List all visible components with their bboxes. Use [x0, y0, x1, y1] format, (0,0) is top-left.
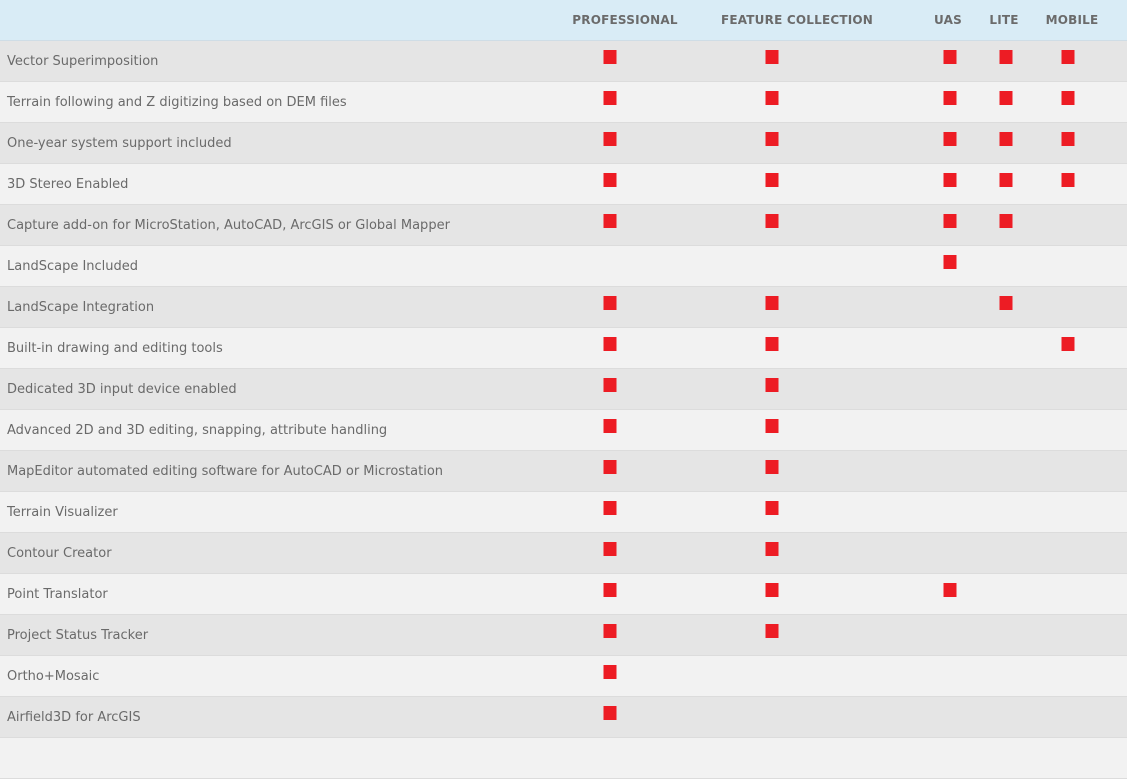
- included-check-icon: [765, 460, 779, 474]
- table-row: LandScape Integration: [0, 287, 1127, 328]
- table-row: Capture add-on for MicroStation, AutoCAD…: [0, 205, 1127, 246]
- feature-label: Airfield3D for ArcGIS: [7, 710, 141, 725]
- included-check-icon: [999, 50, 1013, 64]
- included-check-icon: [999, 296, 1013, 310]
- feature-label: Point Translator: [7, 587, 108, 602]
- feature-label: Built-in drawing and editing tools: [7, 341, 223, 356]
- table-row: Built-in drawing and editing tools: [0, 328, 1127, 369]
- feature-label: 3D Stereo Enabled: [7, 177, 129, 192]
- included-check-icon: [603, 542, 617, 556]
- included-check-icon: [765, 296, 779, 310]
- included-check-icon: [603, 583, 617, 597]
- table-row: Dedicated 3D input device enabled: [0, 369, 1127, 410]
- included-check-icon: [999, 173, 1013, 187]
- included-check-icon: [1061, 337, 1075, 351]
- included-check-icon: [603, 50, 617, 64]
- included-check-icon: [603, 214, 617, 228]
- table-row: Terrain Visualizer: [0, 492, 1127, 533]
- table-row: Terrain following and Z digitizing based…: [0, 82, 1127, 123]
- included-check-icon: [765, 501, 779, 515]
- included-check-icon: [765, 542, 779, 556]
- feature-label: Terrain Visualizer: [7, 505, 118, 520]
- included-check-icon: [999, 214, 1013, 228]
- included-check-icon: [765, 419, 779, 433]
- feature-label: Advanced 2D and 3D editing, snapping, at…: [7, 423, 388, 438]
- included-check-icon: [603, 378, 617, 392]
- included-check-icon: [765, 583, 779, 597]
- feature-label: Project Status Tracker: [7, 628, 149, 643]
- included-check-icon: [943, 255, 957, 269]
- included-check-icon: [999, 91, 1013, 105]
- included-check-icon: [765, 173, 779, 187]
- included-check-icon: [603, 501, 617, 515]
- included-check-icon: [765, 624, 779, 638]
- column-header-feature-collection: FEATURE COLLECTION: [720, 13, 874, 27]
- feature-label: LandScape Integration: [7, 300, 155, 315]
- included-check-icon: [1061, 91, 1075, 105]
- included-check-icon: [943, 50, 957, 64]
- feature-label: Terrain following and Z digitizing based…: [7, 95, 347, 110]
- table-row: Ortho+Mosaic: [0, 656, 1127, 697]
- column-header-mobile: MOBILE: [1045, 13, 1099, 27]
- table-row: One-year system support included: [0, 123, 1127, 164]
- table-row: [0, 738, 1127, 779]
- feature-comparison-table: PROFESSIONAL FEATURE COLLECTION UAS LITE…: [0, 0, 1127, 779]
- included-check-icon: [943, 214, 957, 228]
- included-check-icon: [603, 91, 617, 105]
- included-check-icon: [603, 419, 617, 433]
- included-check-icon: [943, 132, 957, 146]
- table-row: MapEditor automated editing software for…: [0, 451, 1127, 492]
- included-check-icon: [603, 337, 617, 351]
- included-check-icon: [603, 624, 617, 638]
- included-check-icon: [603, 173, 617, 187]
- included-check-icon: [765, 132, 779, 146]
- included-check-icon: [765, 91, 779, 105]
- included-check-icon: [1061, 132, 1075, 146]
- included-check-icon: [943, 91, 957, 105]
- table-body: Vector Superimposition Terrain following …: [0, 41, 1127, 779]
- included-check-icon: [603, 460, 617, 474]
- included-check-icon: [1061, 50, 1075, 64]
- included-check-icon: [603, 296, 617, 310]
- table-row: Airfield3D for ArcGIS: [0, 697, 1127, 738]
- column-header-uas: UAS: [934, 13, 962, 27]
- feature-label: Dedicated 3D input device enabled: [7, 382, 237, 397]
- table-row: Point Translator: [0, 574, 1127, 615]
- included-check-icon: [603, 706, 617, 720]
- included-check-icon: [1061, 173, 1075, 187]
- feature-label: MapEditor automated editing software for…: [7, 464, 444, 479]
- included-check-icon: [999, 132, 1013, 146]
- included-check-icon: [765, 337, 779, 351]
- feature-label: Ortho+Mosaic: [7, 669, 100, 684]
- column-header-lite: LITE: [989, 13, 1019, 27]
- table-row: LandScape Included: [0, 246, 1127, 287]
- feature-label: Capture add-on for MicroStation, AutoCAD…: [7, 218, 450, 233]
- table-row: Project Status Tracker: [0, 615, 1127, 656]
- included-check-icon: [603, 665, 617, 679]
- table-row: Advanced 2D and 3D editing, snapping, at…: [0, 410, 1127, 451]
- included-check-icon: [765, 50, 779, 64]
- column-header-professional: PROFESSIONAL: [572, 13, 678, 27]
- feature-label: Contour Creator: [7, 546, 112, 561]
- table-row: 3D Stereo Enabled: [0, 164, 1127, 205]
- included-check-icon: [603, 132, 617, 146]
- included-check-icon: [765, 214, 779, 228]
- feature-label: LandScape Included: [7, 259, 139, 274]
- feature-label: One-year system support included: [7, 136, 232, 151]
- included-check-icon: [765, 378, 779, 392]
- table-row: Contour Creator: [0, 533, 1127, 574]
- included-check-icon: [943, 173, 957, 187]
- included-check-icon: [943, 583, 957, 597]
- table-header: PROFESSIONAL FEATURE COLLECTION UAS LITE…: [0, 0, 1127, 41]
- feature-label: Vector Superimposition: [7, 54, 159, 69]
- table-row: Vector Superimposition: [0, 41, 1127, 82]
